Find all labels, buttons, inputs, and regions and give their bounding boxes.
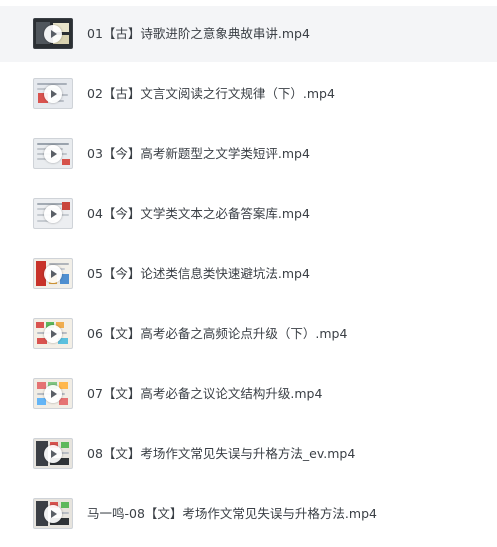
file-row-08[interactable]: 08【文】考场作文常见失误与升格方法_ev.mp4 — [0, 426, 497, 482]
file-row-02[interactable]: 02【古】文言文阅读之行文规律（下）.mp4 — [0, 66, 497, 122]
play-icon — [44, 144, 62, 163]
file-row-07[interactable]: 07【文】高考必备之议论文结构升级.mp4 — [0, 366, 497, 422]
video-thumbnail — [33, 138, 73, 169]
video-thumbnail — [33, 438, 73, 469]
play-icon — [44, 204, 62, 223]
play-icon — [44, 384, 62, 403]
video-thumbnail — [33, 18, 73, 49]
video-thumbnail — [33, 258, 73, 289]
file-name: 04【今】文学类文本之必备答案库.mp4 — [87, 206, 310, 221]
file-name: 05【今】论述类信息类快速避坑法.mp4 — [87, 266, 310, 281]
file-name: 06【文】高考必备之高频论点升级（下）.mp4 — [87, 326, 348, 341]
file-name: 08【文】考场作文常见失误与升格方法_ev.mp4 — [87, 446, 356, 461]
video-file-list: 01【古】诗歌进阶之意象典故串讲.mp4 02【古】文言文阅读之行文规律（下）.… — [0, 0, 497, 547]
play-icon — [44, 264, 62, 283]
video-thumbnail — [33, 498, 73, 529]
file-row-06[interactable]: 06【文】高考必备之高频论点升级（下）.mp4 — [0, 306, 497, 362]
file-row-09[interactable]: 马一鸣-08【文】考场作文常见失误与升格方法.mp4 — [0, 486, 497, 542]
video-thumbnail — [33, 318, 73, 349]
file-name: 07【文】高考必备之议论文结构升级.mp4 — [87, 386, 323, 401]
file-name: 马一鸣-08【文】考场作文常见失误与升格方法.mp4 — [87, 506, 377, 521]
video-thumbnail — [33, 78, 73, 109]
file-name: 03【今】高考新题型之文学类短评.mp4 — [87, 146, 310, 161]
video-thumbnail — [33, 378, 73, 409]
play-icon — [44, 24, 62, 43]
file-row-03[interactable]: 03【今】高考新题型之文学类短评.mp4 — [0, 126, 497, 182]
play-icon — [44, 324, 62, 343]
video-thumbnail — [33, 198, 73, 229]
file-row-05[interactable]: 05【今】论述类信息类快速避坑法.mp4 — [0, 246, 497, 302]
play-icon — [44, 504, 62, 523]
play-icon — [44, 444, 62, 463]
file-name: 01【古】诗歌进阶之意象典故串讲.mp4 — [87, 26, 310, 41]
file-row-01[interactable]: 01【古】诗歌进阶之意象典故串讲.mp4 — [0, 6, 497, 62]
file-name: 02【古】文言文阅读之行文规律（下）.mp4 — [87, 86, 335, 101]
file-row-04[interactable]: 04【今】文学类文本之必备答案库.mp4 — [0, 186, 497, 242]
play-icon — [44, 84, 62, 103]
